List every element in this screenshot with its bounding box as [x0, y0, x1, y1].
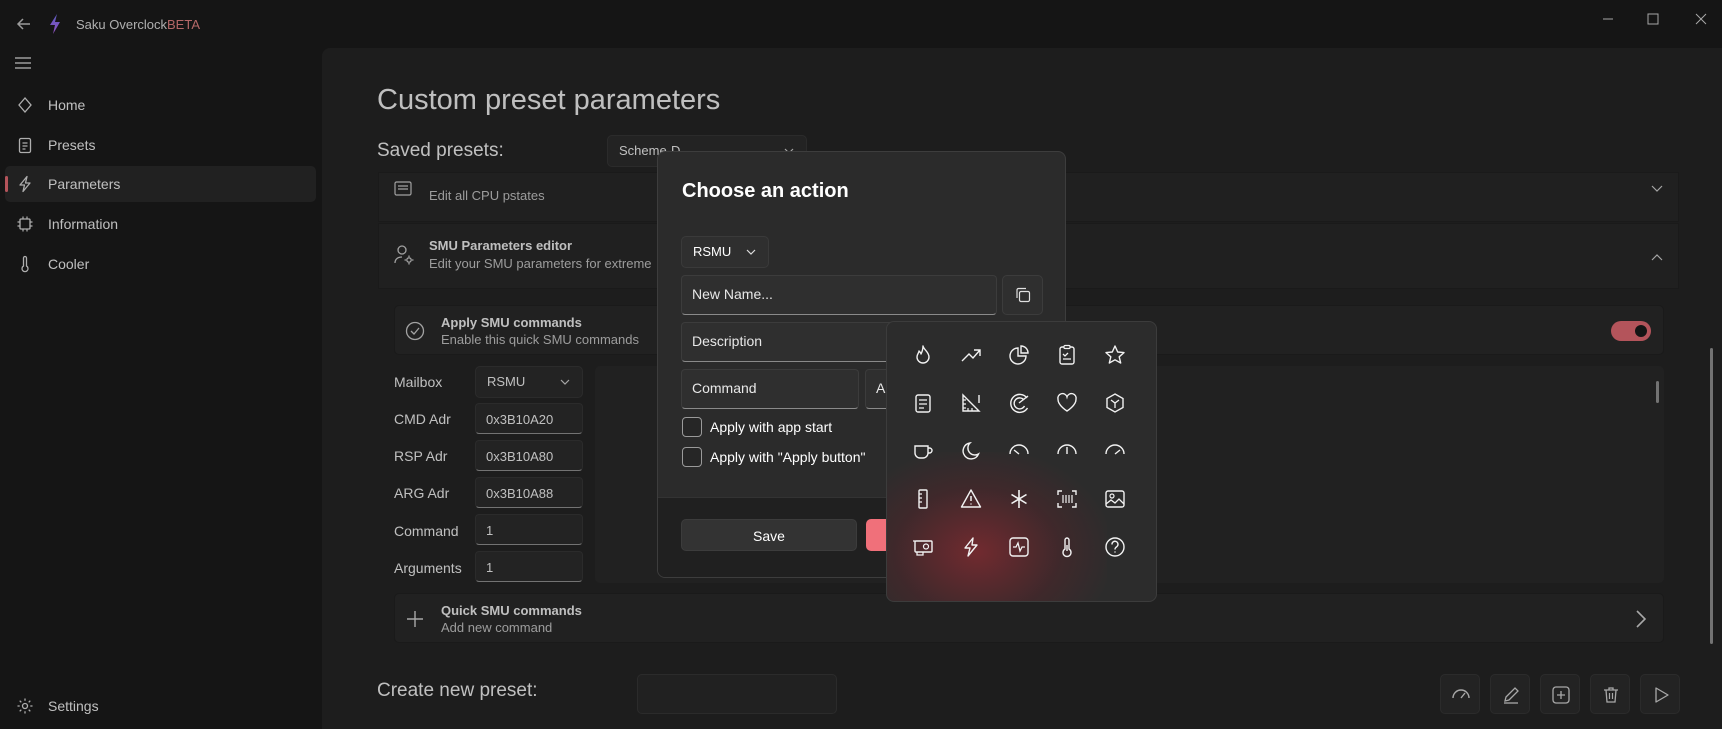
dialog-command-input[interactable]: Command	[681, 369, 859, 409]
heart-icon[interactable]	[1047, 383, 1087, 423]
app-window: Saku Overclock BETA Home Presets Paramet…	[0, 0, 1722, 729]
pulse-icon[interactable]	[999, 527, 1039, 567]
copy-button[interactable]	[1002, 275, 1043, 315]
apply-button-label: Apply with "Apply button"	[710, 449, 866, 465]
copy-icon	[1016, 287, 1031, 303]
dialog-title: Choose an action	[682, 180, 849, 202]
flame-icon[interactable]	[903, 335, 943, 375]
image-icon[interactable]	[1095, 479, 1135, 519]
dialog-name-input[interactable]: New Name...	[681, 275, 997, 315]
ruler-measure-icon[interactable]	[951, 383, 991, 423]
cup-icon[interactable]	[903, 431, 943, 471]
dialog-mailbox-dropdown[interactable]: RSMU	[681, 236, 769, 268]
save-label: Save	[753, 528, 785, 544]
warning-icon[interactable]	[951, 479, 991, 519]
lightning-icon[interactable]	[951, 527, 991, 567]
chevron-down-icon	[746, 249, 756, 255]
dialog-mailbox-value: RSMU	[693, 244, 732, 259]
apply-app-start-label: Apply with app start	[710, 419, 833, 435]
checklist-icon[interactable]	[903, 383, 943, 423]
ruler-icon[interactable]	[903, 479, 943, 519]
clipboard-check-icon[interactable]	[1047, 335, 1087, 375]
radar-icon[interactable]	[999, 383, 1039, 423]
icon-picker-flyout	[886, 321, 1157, 602]
dialog-save-button[interactable]: Save	[681, 519, 857, 551]
command-placeholder: Command	[692, 380, 757, 396]
apply-button-checkbox[interactable]	[682, 447, 702, 467]
description-placeholder: Description	[692, 333, 763, 349]
name-placeholder: New Name...	[692, 286, 773, 302]
box-icon[interactable]	[1095, 383, 1135, 423]
pie-chart-icon[interactable]	[999, 335, 1039, 375]
gpu-card-icon[interactable]	[903, 527, 943, 567]
asterisk-icon[interactable]	[999, 479, 1039, 519]
thermometer-icon[interactable]	[1047, 527, 1087, 567]
star-icon[interactable]	[1095, 335, 1135, 375]
help-icon[interactable]	[1095, 527, 1135, 567]
gauge-high-icon[interactable]	[1095, 431, 1135, 471]
moon-icon[interactable]	[951, 431, 991, 471]
trend-up-icon[interactable]	[951, 335, 991, 375]
gauge-mid-icon[interactable]	[1047, 431, 1087, 471]
scan-icon[interactable]	[1047, 479, 1087, 519]
gauge-low-icon[interactable]	[999, 431, 1039, 471]
apply-app-start-checkbox[interactable]	[682, 417, 702, 437]
